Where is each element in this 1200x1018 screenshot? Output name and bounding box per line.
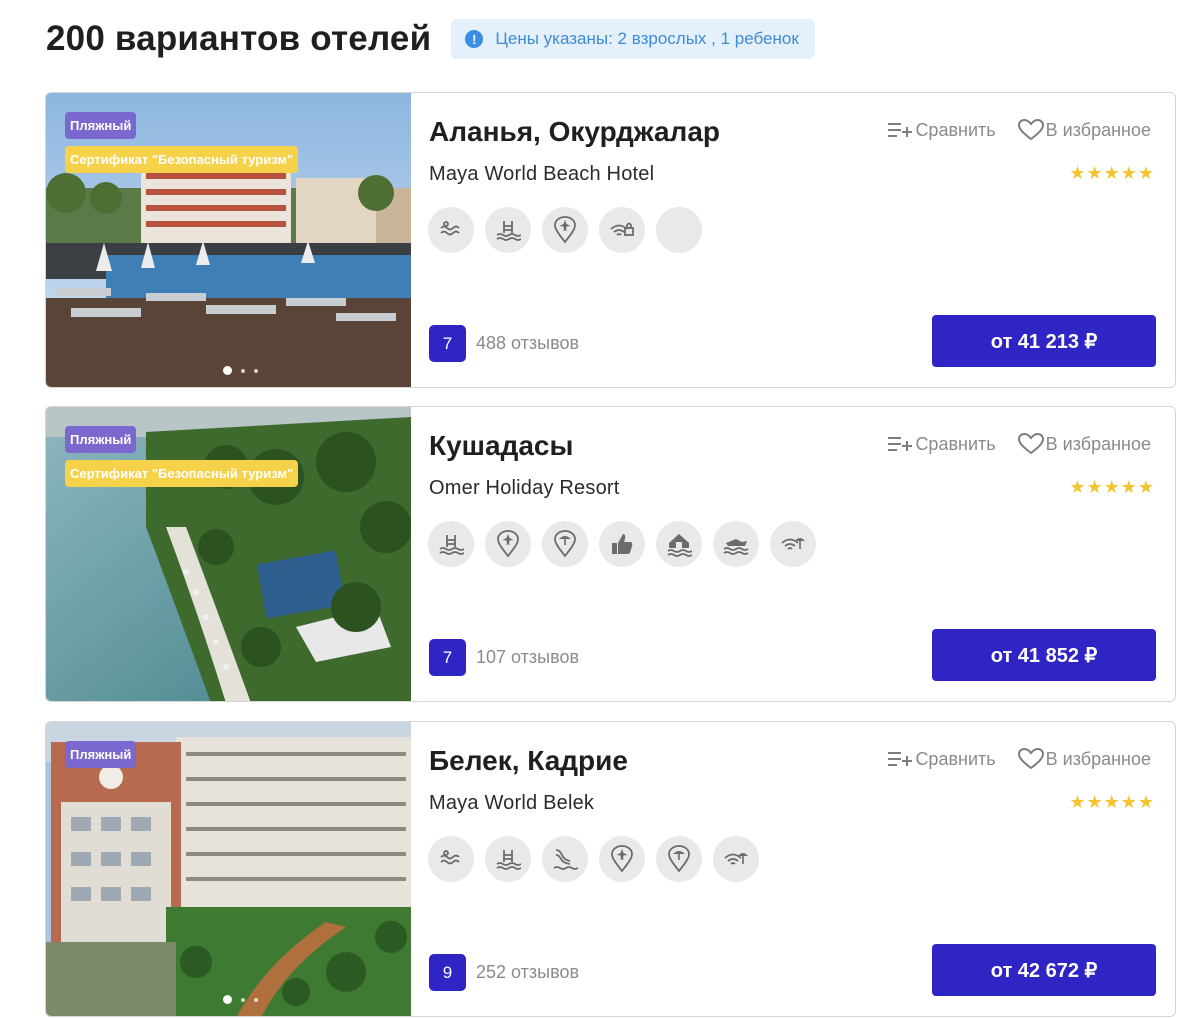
pool-icon[interactable] — [485, 207, 531, 253]
add-to-favorites-button[interactable]: В избранное — [1017, 433, 1151, 455]
star-rating: ★★★★★ — [1069, 792, 1155, 812]
favorites-label: В избранное — [1045, 748, 1151, 769]
amenities-list — [428, 836, 759, 882]
favorites-label: В избранное — [1045, 119, 1151, 140]
price-button[interactable]: от 41 213 ₽ — [932, 315, 1156, 367]
thumbs-up-icon[interactable] — [599, 521, 645, 567]
compare-list-icon — [888, 123, 913, 137]
hotel-card[interactable]: Пляжный Сертификат "Безопасный туризм" А… — [45, 92, 1176, 388]
carousel-dot[interactable] — [254, 997, 258, 1002]
airport-pin-icon[interactable] — [485, 521, 531, 567]
star-rating: ★★★★★ — [1069, 477, 1155, 497]
card-actions: Сравнить В избранное — [887, 433, 1151, 455]
photo-carousel-dots[interactable] — [223, 366, 258, 375]
rating-row[interactable]: 7 488 отзывов — [429, 325, 579, 362]
favorites-label: В избранное — [1045, 433, 1151, 454]
carousel-dot[interactable] — [241, 368, 245, 373]
wifi-umbrella-icon[interactable] — [770, 521, 816, 567]
page-title: 200 вариантов отелей — [46, 19, 432, 58]
card-actions: Сравнить В избранное — [887, 119, 1151, 141]
hotel-location[interactable]: Белек, Кадрие — [429, 745, 628, 777]
placeholder-icon[interactable] — [656, 207, 702, 253]
beach-tag: Пляжный — [65, 426, 137, 453]
waterslide-icon[interactable] — [542, 836, 588, 882]
compare-button[interactable]: Сравнить — [887, 119, 996, 141]
photo-carousel-dots[interactable] — [223, 995, 258, 1004]
carousel-dot[interactable] — [254, 368, 258, 373]
price-button[interactable]: от 41 852 ₽ — [932, 629, 1156, 681]
amenities-list — [428, 207, 702, 253]
heart-icon — [1017, 748, 1044, 770]
pool-icon[interactable] — [485, 836, 531, 882]
reviews-count-link[interactable]: 488 отзывов — [476, 333, 579, 354]
heart-icon — [1017, 433, 1044, 455]
pool-icon[interactable] — [428, 521, 474, 567]
hotel-info: Белек, Кадрие Maya World Belek Сравнить … — [428, 722, 1175, 1016]
rating-badge: 7 — [429, 325, 466, 362]
heart-icon — [1017, 119, 1044, 141]
hotel-name[interactable]: Maya World Belek — [429, 792, 594, 815]
add-to-favorites-button[interactable]: В избранное — [1017, 748, 1151, 770]
hotel-info: Кушадасы Omer Holiday Resort Сравнить В … — [428, 407, 1175, 701]
hotel-photo[interactable]: Пляжный Сертификат "Безопасный туризм" — [46, 407, 411, 701]
reviews-count-link[interactable]: 252 отзывов — [476, 962, 579, 983]
carousel-dot[interactable] — [241, 997, 245, 1002]
amenities-list — [428, 521, 816, 567]
carousel-dot[interactable] — [223, 366, 232, 375]
compare-button[interactable]: Сравнить — [887, 433, 996, 455]
hotel-location[interactable]: Аланья, Окурджалар — [429, 116, 720, 148]
house-waves-icon[interactable] — [656, 521, 702, 567]
beach-pin-icon[interactable] — [656, 836, 702, 882]
rating-badge: 7 — [429, 639, 466, 676]
hotel-card[interactable]: Пляжный Белек, Кадрие Maya World Belek С… — [45, 721, 1176, 1017]
beach-tag: Пляжный — [65, 112, 137, 139]
hotel-photo[interactable]: Пляжный — [46, 722, 411, 1016]
price-button[interactable]: от 42 672 ₽ — [932, 944, 1156, 996]
hotel-info: Аланья, Окурджалар Maya World Beach Hote… — [428, 93, 1175, 387]
wifi-lock-icon[interactable] — [599, 207, 645, 253]
jetski-waves-icon[interactable] — [713, 521, 759, 567]
card-actions: Сравнить В избранное — [887, 748, 1151, 770]
beach-pin-icon[interactable] — [542, 521, 588, 567]
rating-row[interactable]: 9 252 отзывов — [429, 954, 579, 991]
carousel-dot[interactable] — [223, 995, 232, 1004]
prices-info-text: Цены указаны: 2 взрослых , 1 ребенок — [495, 29, 799, 48]
waves-icon[interactable] — [428, 836, 474, 882]
compare-label: Сравнить — [915, 433, 996, 454]
hotel-location[interactable]: Кушадасы — [429, 430, 573, 462]
hotel-photo[interactable]: Пляжный Сертификат "Безопасный туризм" — [46, 93, 411, 387]
wifi-umbrella-icon[interactable] — [713, 836, 759, 882]
compare-label: Сравнить — [915, 748, 996, 769]
airport-pin-icon[interactable] — [599, 836, 645, 882]
compare-list-icon — [888, 752, 913, 766]
hotel-card[interactable]: Пляжный Сертификат "Безопасный туризм" К… — [45, 406, 1176, 702]
waves-icon[interactable] — [428, 207, 474, 253]
rating-row[interactable]: 7 107 отзывов — [429, 639, 579, 676]
safe-tourism-certificate-tag: Сертификат "Безопасный туризм" — [65, 146, 299, 173]
beach-tag: Пляжный — [65, 741, 137, 768]
hotel-name[interactable]: Maya World Beach Hotel — [429, 163, 654, 186]
compare-label: Сравнить — [915, 119, 996, 140]
reviews-count-link[interactable]: 107 отзывов — [476, 647, 579, 668]
compare-list-icon — [888, 437, 913, 451]
safe-tourism-certificate-tag: Сертификат "Безопасный туризм" — [65, 460, 299, 487]
rating-badge: 9 — [429, 954, 466, 991]
add-to-favorites-button[interactable]: В избранное — [1017, 119, 1151, 141]
airport-pin-icon[interactable] — [542, 207, 588, 253]
prices-info-badge: ! Цены указаны: 2 взрослых , 1 ребенок — [451, 19, 815, 59]
star-rating: ★★★★★ — [1069, 163, 1155, 183]
info-icon: ! — [465, 30, 484, 48]
hotel-name[interactable]: Omer Holiday Resort — [429, 477, 620, 500]
compare-button[interactable]: Сравнить — [887, 748, 996, 770]
results-header: 200 вариантов отелей ! Цены указаны: 2 в… — [46, 18, 815, 60]
